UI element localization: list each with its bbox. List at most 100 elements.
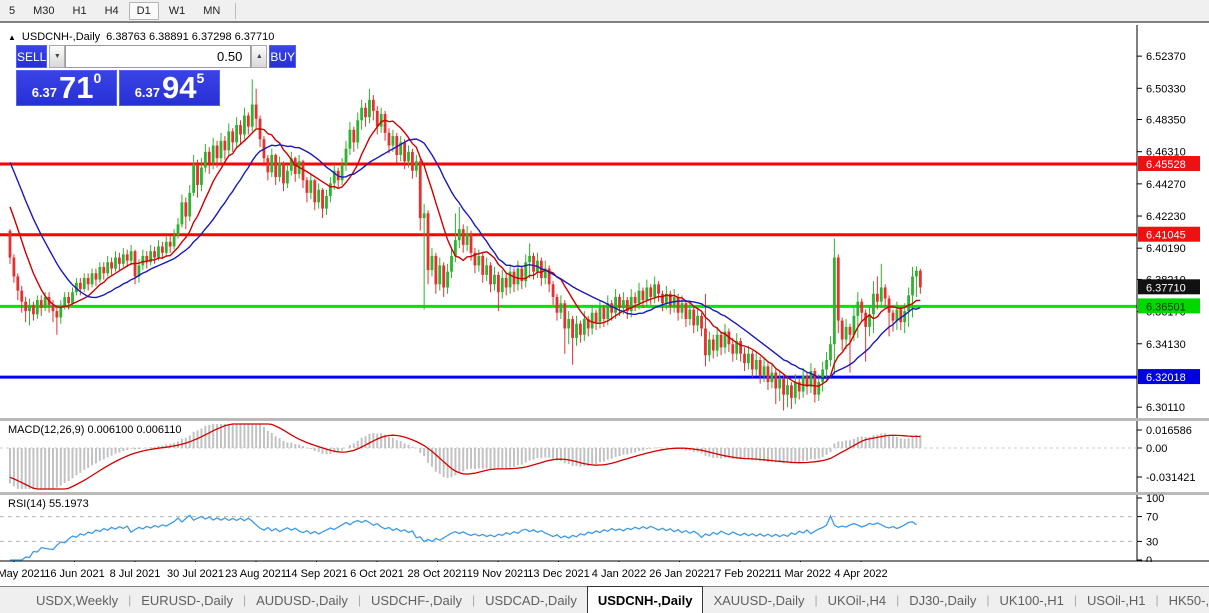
candle-body xyxy=(235,125,238,142)
chart-tab-uk100[interactable]: UK100-,H1 xyxy=(990,587,1074,613)
buy-button[interactable]: BUY xyxy=(269,45,296,68)
chart-tab-usdcad[interactable]: USDCAD-,Daily xyxy=(475,587,587,613)
chart-tab-bar: USDX,Weekly|EURUSD-,Daily|AUDUSD-,Daily|… xyxy=(0,586,1209,613)
timeframe-button-d1[interactable]: D1 xyxy=(129,2,159,20)
candle-body xyxy=(681,303,684,312)
chart-tab-usdchf[interactable]: USDCHF-,Daily xyxy=(361,587,472,613)
candle-body xyxy=(743,354,746,363)
chart-tab-ukoil[interactable]: UKOil-,H4 xyxy=(818,587,897,613)
chart-tab-dj30[interactable]: DJ30-,Daily xyxy=(899,587,986,613)
candle-body xyxy=(661,294,664,303)
price-tick-label: 6.48350 xyxy=(1146,115,1186,127)
timeframe-button-h4[interactable]: H4 xyxy=(97,2,127,20)
candle-body xyxy=(274,155,277,177)
candle-body xyxy=(790,385,793,398)
candle-body xyxy=(177,224,180,235)
candle-body xyxy=(212,146,215,163)
timeframe-button-w1[interactable]: W1 xyxy=(161,2,194,20)
price-badge-label: 6.37710 xyxy=(1146,282,1186,294)
chart-tab-audusd[interactable]: AUDUSD-,Daily xyxy=(246,587,358,613)
candle-body xyxy=(278,163,281,177)
candle-body xyxy=(470,234,473,253)
date-tick-label: 19 Nov 2021 xyxy=(467,568,529,580)
lot-increase-button[interactable]: ▲ xyxy=(251,45,267,68)
candle-body xyxy=(434,256,437,284)
date-tick-label: 13 Dec 2021 xyxy=(527,568,589,580)
candle-body xyxy=(704,328,707,355)
candle-body xyxy=(599,308,602,322)
candle-body xyxy=(321,190,324,209)
macd-axis-label: 0.016586 xyxy=(1146,425,1192,437)
sell-price-sup: 0 xyxy=(94,71,102,85)
price-badge-label: 6.32018 xyxy=(1146,372,1186,384)
candle-body xyxy=(450,256,453,272)
candle-body xyxy=(458,229,461,240)
candle-body xyxy=(169,242,172,247)
price-badge-label: 6.36501 xyxy=(1146,301,1186,313)
sell-price-button[interactable]: 6.37 71 0 xyxy=(16,70,117,106)
candle-body xyxy=(903,311,906,322)
candle-body xyxy=(532,256,535,272)
candle-body xyxy=(556,297,559,313)
candle-body xyxy=(9,231,12,258)
collapse-triangle-icon[interactable]: ▲ xyxy=(8,33,16,42)
candle-body xyxy=(106,262,109,273)
date-tick-label: 28 Oct 2021 xyxy=(408,568,468,580)
candle-body xyxy=(501,278,504,292)
candle-body xyxy=(243,116,246,135)
candle-body xyxy=(915,271,918,277)
candle-body xyxy=(595,313,598,322)
candle-body xyxy=(712,340,715,351)
candle-body xyxy=(505,278,508,287)
sell-button[interactable]: SELL xyxy=(16,45,47,68)
candle-body xyxy=(181,202,184,224)
candle-body xyxy=(317,190,320,203)
candle-body xyxy=(638,291,641,304)
candle-body xyxy=(856,302,859,316)
candle-body xyxy=(102,267,105,273)
candle-body xyxy=(349,130,352,149)
candle-body xyxy=(71,292,74,303)
candle-body xyxy=(739,341,742,354)
candle-body xyxy=(157,246,160,257)
chart-tab-usoil[interactable]: USOil-,H1 xyxy=(1077,587,1156,613)
candle-body xyxy=(110,262,113,268)
lot-decrease-button[interactable]: ▼ xyxy=(49,45,65,68)
date-tick-label: 26 Jan 2022 xyxy=(649,568,710,580)
candle-body xyxy=(794,382,797,398)
lot-size-input[interactable] xyxy=(65,45,251,68)
chart-tab-eurusd[interactable]: EURUSD-,Daily xyxy=(131,587,243,613)
candle-body xyxy=(419,161,422,218)
timeframe-button-5[interactable]: 5 xyxy=(1,2,23,20)
candle-body xyxy=(391,136,394,145)
chart-tab-xauusd[interactable]: XAUUSD-,Daily xyxy=(703,587,814,613)
timeframe-button-mn[interactable]: MN xyxy=(195,2,228,20)
timeframe-button-m30[interactable]: M30 xyxy=(25,2,62,20)
candle-body xyxy=(55,311,58,317)
date-tick-label: 23 Aug 2021 xyxy=(225,568,287,580)
candle-body xyxy=(825,360,828,369)
date-tick-label: 25 May 2021 xyxy=(0,568,46,580)
timeframe-toolbar: 5M30H1H4D1W1MN xyxy=(0,0,1209,23)
candle-body xyxy=(431,256,434,270)
candle-body xyxy=(384,114,387,133)
chart-tab-hk50[interactable]: HK50-,H1 xyxy=(1159,587,1209,613)
rsi-axis-label: 0 xyxy=(1146,555,1152,562)
date-axis: 25 May 202116 Jun 20218 Jul 202130 Jul 2… xyxy=(0,562,1209,586)
timeframe-button-h1[interactable]: H1 xyxy=(65,2,95,20)
candle-body xyxy=(313,180,316,202)
chart-tab-usdx[interactable]: USDX,Weekly xyxy=(26,587,128,613)
candle-body xyxy=(126,254,129,260)
candle-body xyxy=(407,152,410,161)
candle-body xyxy=(528,256,531,262)
chart-tab-usdcnh[interactable]: USDCNH-,Daily xyxy=(587,586,704,613)
lot-size-spinner: ▼ ▲ xyxy=(49,45,267,68)
candle-body xyxy=(411,152,414,171)
candle-body xyxy=(173,235,176,246)
date-tick-label: 30 Jul 2021 xyxy=(167,568,224,580)
candle-body xyxy=(485,265,488,274)
candle-body xyxy=(645,287,648,300)
rsi-axis-label: 100 xyxy=(1146,493,1164,505)
candle-body xyxy=(731,344,734,353)
buy-price-button[interactable]: 6.37 94 5 xyxy=(119,70,220,106)
